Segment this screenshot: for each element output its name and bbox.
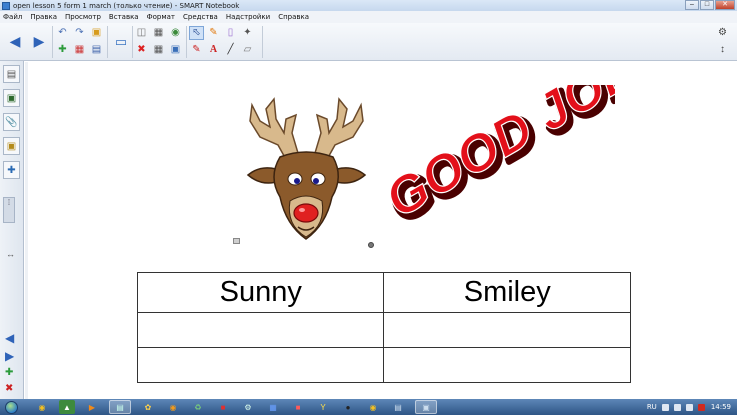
gear-icon[interactable]: ⚙ bbox=[240, 400, 256, 414]
title-bar: open lesson 5 form 1 march (только чтени… bbox=[0, 0, 737, 11]
antivirus-icon[interactable] bbox=[697, 403, 705, 411]
fill-icon[interactable]: ▱ bbox=[240, 43, 255, 57]
menu-tools[interactable]: Средства bbox=[183, 13, 218, 21]
table-cell[interactable] bbox=[383, 347, 631, 383]
table-cell[interactable] bbox=[136, 347, 385, 383]
menu-file[interactable]: Файл bbox=[3, 13, 22, 21]
menu-view[interactable]: Просмотр bbox=[65, 13, 101, 21]
select-icon[interactable]: ⬁ bbox=[189, 26, 204, 40]
language-indicator[interactable]: RU bbox=[647, 403, 657, 411]
reindeer-image[interactable] bbox=[240, 93, 373, 245]
app-icon bbox=[2, 1, 10, 10]
smart-notebook-icon[interactable]: ▤ bbox=[109, 400, 131, 414]
menu-help[interactable]: Справка bbox=[278, 13, 309, 21]
good-job-text: GOOD JOB! bbox=[385, 85, 615, 229]
clock[interactable]: 14:59 bbox=[711, 403, 731, 411]
window-title: open lesson 5 form 1 march (только чтени… bbox=[13, 1, 240, 10]
notebook-icon[interactable]: ▣ bbox=[415, 400, 437, 414]
table-row bbox=[136, 347, 631, 383]
smart-notebook-window: open lesson 5 form 1 march (только чтени… bbox=[0, 0, 737, 415]
taskbar: ◉ ▲ ▶ ▤ ✿ ◉ ♻ ■ ⚙ ▦ ■ Y ● ◉ ▤ ▣ RU 14:59 bbox=[0, 399, 737, 415]
open-file-icon[interactable]: ▣ bbox=[89, 26, 104, 40]
chrome-icon[interactable]: ◉ bbox=[34, 400, 50, 414]
y-icon[interactable]: Y bbox=[315, 400, 331, 414]
save-icon[interactable]: ▤ bbox=[89, 43, 104, 57]
yandex-icon[interactable]: ■ bbox=[290, 400, 306, 414]
redo-icon[interactable]: ↷ bbox=[72, 26, 87, 40]
delete-icon[interactable]: ✖ bbox=[134, 43, 149, 57]
acrobat-icon[interactable]: ■ bbox=[215, 400, 231, 414]
word-icon[interactable]: ▦ bbox=[265, 400, 281, 414]
fullscreen-icon[interactable]: ▣ bbox=[168, 43, 183, 57]
capture-icon[interactable]: ◉ bbox=[168, 26, 183, 40]
table-cell[interactable] bbox=[136, 312, 385, 348]
table-row: Sunny Smiley bbox=[136, 272, 631, 313]
delete-page-icon[interactable]: ▦ bbox=[72, 43, 87, 57]
forward-arrow-icon[interactable]: ▶ bbox=[28, 27, 50, 55]
page-sorter-icon[interactable]: ▤ bbox=[3, 65, 20, 83]
table-icon[interactable]: ▦ bbox=[151, 26, 166, 40]
creative-pen-icon[interactable]: ✎ bbox=[189, 43, 204, 57]
add-page-side-icon[interactable]: ✚ bbox=[5, 367, 13, 378]
table-cell[interactable]: Sunny bbox=[136, 272, 385, 313]
media-icon[interactable]: ▶ bbox=[84, 400, 100, 414]
properties-gear-icon[interactable]: ⚙ bbox=[715, 26, 730, 40]
table-cell[interactable]: Smiley bbox=[383, 272, 631, 313]
addons-icon[interactable]: ✚ bbox=[3, 161, 20, 179]
volume-icon[interactable] bbox=[685, 403, 693, 411]
word-doc-icon[interactable]: ▤ bbox=[390, 400, 406, 414]
sidebar-resize-icon[interactable]: ↔ bbox=[6, 249, 15, 259]
sidebar: ▤ ▣ 📎 ▣ ✚ ⁞ ↔ ◀ ▶ ✚ ✖ bbox=[0, 61, 24, 399]
screen-shade-icon[interactable]: ▭ bbox=[111, 31, 131, 51]
menu-bar: Файл Правка Просмотр Вставка Формат Сред… bbox=[0, 11, 737, 23]
image-menu-handle[interactable] bbox=[233, 238, 240, 244]
next-page-icon[interactable]: ▶ bbox=[5, 349, 14, 363]
gallery-icon[interactable]: ▣ bbox=[3, 89, 20, 107]
move-toolbar-icon[interactable]: ↕ bbox=[715, 43, 730, 57]
canvas-edge bbox=[25, 62, 28, 399]
magic-pen-icon[interactable]: ✦ bbox=[240, 26, 255, 40]
menu-edit[interactable]: Правка bbox=[30, 13, 57, 21]
menu-format[interactable]: Формат bbox=[147, 13, 175, 21]
gvim-icon[interactable]: ▲ bbox=[59, 400, 75, 414]
explorer-icon[interactable]: ◉ bbox=[365, 400, 381, 414]
menu-addons[interactable]: Надстройки bbox=[226, 13, 270, 21]
flag-icon[interactable] bbox=[673, 403, 681, 411]
paint-icon[interactable]: ✿ bbox=[140, 400, 156, 414]
table-cell[interactable] bbox=[383, 312, 631, 348]
line-icon[interactable]: ╱ bbox=[223, 43, 238, 57]
pen-icon[interactable]: ✎ bbox=[206, 26, 221, 40]
sidebar-collapse-handle[interactable]: ⁞ bbox=[3, 197, 15, 223]
grid-icon[interactable]: ▦ bbox=[151, 43, 166, 57]
back-arrow-icon[interactable]: ◀ bbox=[4, 27, 26, 55]
start-button[interactable] bbox=[0, 399, 22, 415]
close-button[interactable]: ✕ bbox=[715, 0, 735, 10]
windows-logo-icon bbox=[4, 400, 18, 414]
undo-icon[interactable]: ↶ bbox=[55, 26, 70, 40]
delete-page-side-icon[interactable]: ✖ bbox=[5, 383, 13, 394]
add-page-icon[interactable]: ✚ bbox=[55, 43, 70, 57]
attachments-icon[interactable]: 📎 bbox=[3, 113, 20, 131]
firefox-icon[interactable]: ◉ bbox=[165, 400, 181, 414]
recycle-icon[interactable]: ♻ bbox=[190, 400, 206, 414]
network-icon[interactable] bbox=[661, 403, 669, 411]
table-row bbox=[136, 312, 631, 348]
properties-icon[interactable]: ▣ bbox=[3, 137, 20, 155]
paste-icon[interactable]: ◫ bbox=[134, 26, 149, 40]
good-job-banner[interactable]: GOOD JOB! GOOD JOB! bbox=[385, 85, 615, 230]
previous-page-icon[interactable]: ◀ bbox=[5, 331, 14, 345]
text-icon[interactable]: A bbox=[206, 43, 221, 57]
system-tray: RU 14:59 bbox=[641, 399, 737, 415]
media-player-icon[interactable]: ● bbox=[340, 400, 356, 414]
minimize-button[interactable]: – bbox=[685, 0, 699, 10]
eraser-icon[interactable]: ▯ bbox=[223, 26, 238, 40]
main-toolbar: ◀ ▶ ↶ ↷ ▣ ✚ ▦ ▤ ▭ ◫ ▦ ◉ ✖ ▦ ▣ ⬁ ✎ ▯ ✦ ✎ … bbox=[0, 23, 737, 61]
menu-insert[interactable]: Вставка bbox=[109, 13, 139, 21]
maximize-button[interactable]: □ bbox=[700, 0, 714, 10]
window-controls: – □ ✕ bbox=[684, 0, 735, 10]
word-table[interactable]: Sunny Smiley bbox=[136, 272, 631, 383]
rotate-handle[interactable] bbox=[368, 242, 374, 248]
